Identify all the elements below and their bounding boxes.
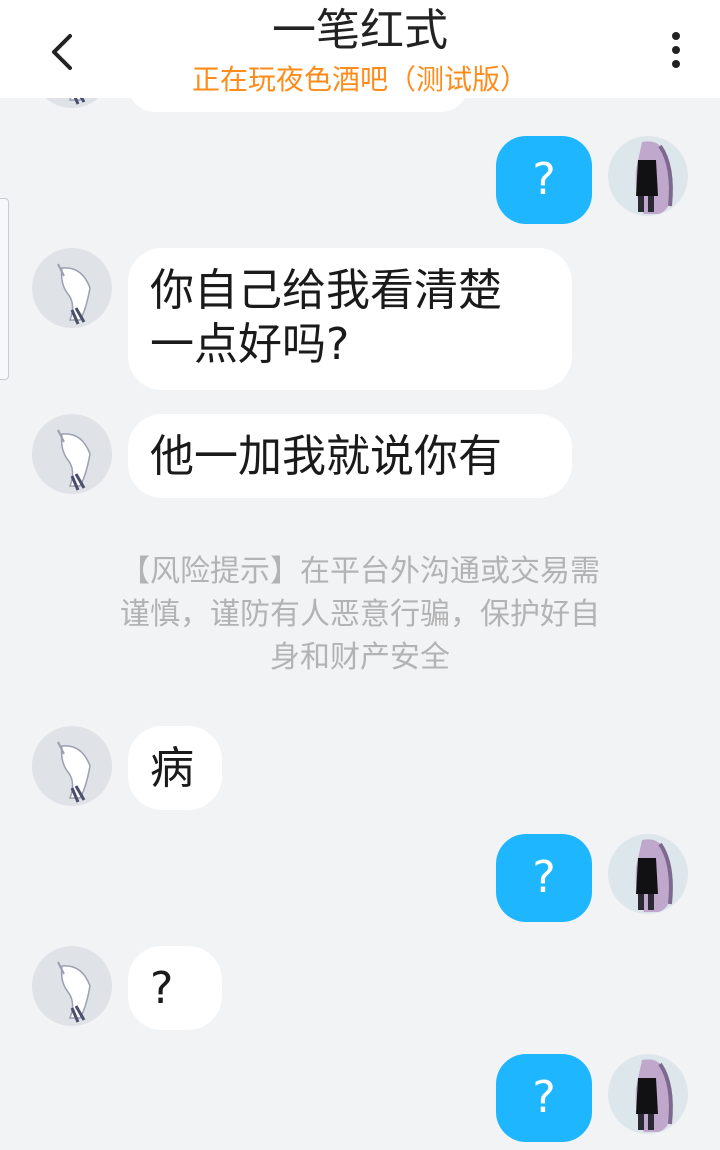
message-bubble-self[interactable]: ? bbox=[496, 1054, 592, 1142]
my-avatar[interactable] bbox=[608, 1054, 688, 1134]
message-text: ? bbox=[532, 852, 556, 903]
message-text: 他一加我就说你有 bbox=[150, 431, 502, 482]
more-button[interactable] bbox=[660, 26, 692, 76]
more-vertical-icon bbox=[672, 32, 680, 68]
game-status[interactable]: 正在玩夜色酒吧（测试版） bbox=[0, 62, 720, 98]
message-bubble-self[interactable]: ? bbox=[496, 136, 592, 224]
contact-avatar[interactable] bbox=[32, 726, 112, 806]
message-bubble-other[interactable]: 你自己给我看清楚 一点好吗? bbox=[128, 248, 572, 390]
message-bubble-other[interactable]: ? bbox=[128, 946, 222, 1030]
message-bubble-other[interactable]: 病 bbox=[128, 726, 222, 810]
chat-header: 一笔红式 正在玩夜色酒吧（测试版） bbox=[0, 0, 720, 98]
message-text: ? bbox=[532, 1072, 556, 1123]
message-bubble-other[interactable]: 他一加我就说你有 bbox=[128, 414, 572, 498]
side-drawer-handle[interactable] bbox=[0, 198, 9, 380]
my-avatar[interactable] bbox=[608, 834, 688, 914]
contact-avatar[interactable] bbox=[32, 946, 112, 1026]
message-text-line: 一点好吗? bbox=[150, 319, 350, 370]
message-text: ? bbox=[150, 963, 174, 1014]
message-bubble-self[interactable]: ? bbox=[496, 834, 592, 922]
risk-notice-line: 【风险提示】在平台外沟通或交易需 bbox=[120, 554, 600, 589]
contact-avatar[interactable] bbox=[32, 248, 112, 328]
page-title: 一笔红式 bbox=[272, 5, 448, 56]
message-text-line: 你自己给我看清楚 bbox=[150, 265, 502, 316]
risk-notice-line: 身和财产安全 bbox=[270, 640, 450, 675]
my-avatar[interactable] bbox=[608, 136, 688, 216]
contact-avatar[interactable] bbox=[32, 414, 112, 494]
chat-list[interactable]: ? 你自己给我看清楚 一点好吗? 他一加我就说你有 【风险提示】在平台外沟通或交… bbox=[0, 0, 720, 1150]
risk-notice: 【风险提示】在平台外沟通或交易需 谨慎，谨防有人恶意行骗，保护好自 身和财产安全 bbox=[60, 550, 660, 679]
risk-notice-line: 谨慎，谨防有人恶意行骗，保护好自 bbox=[120, 597, 600, 632]
message-text: 病 bbox=[150, 743, 194, 794]
message-text: ? bbox=[532, 154, 556, 205]
